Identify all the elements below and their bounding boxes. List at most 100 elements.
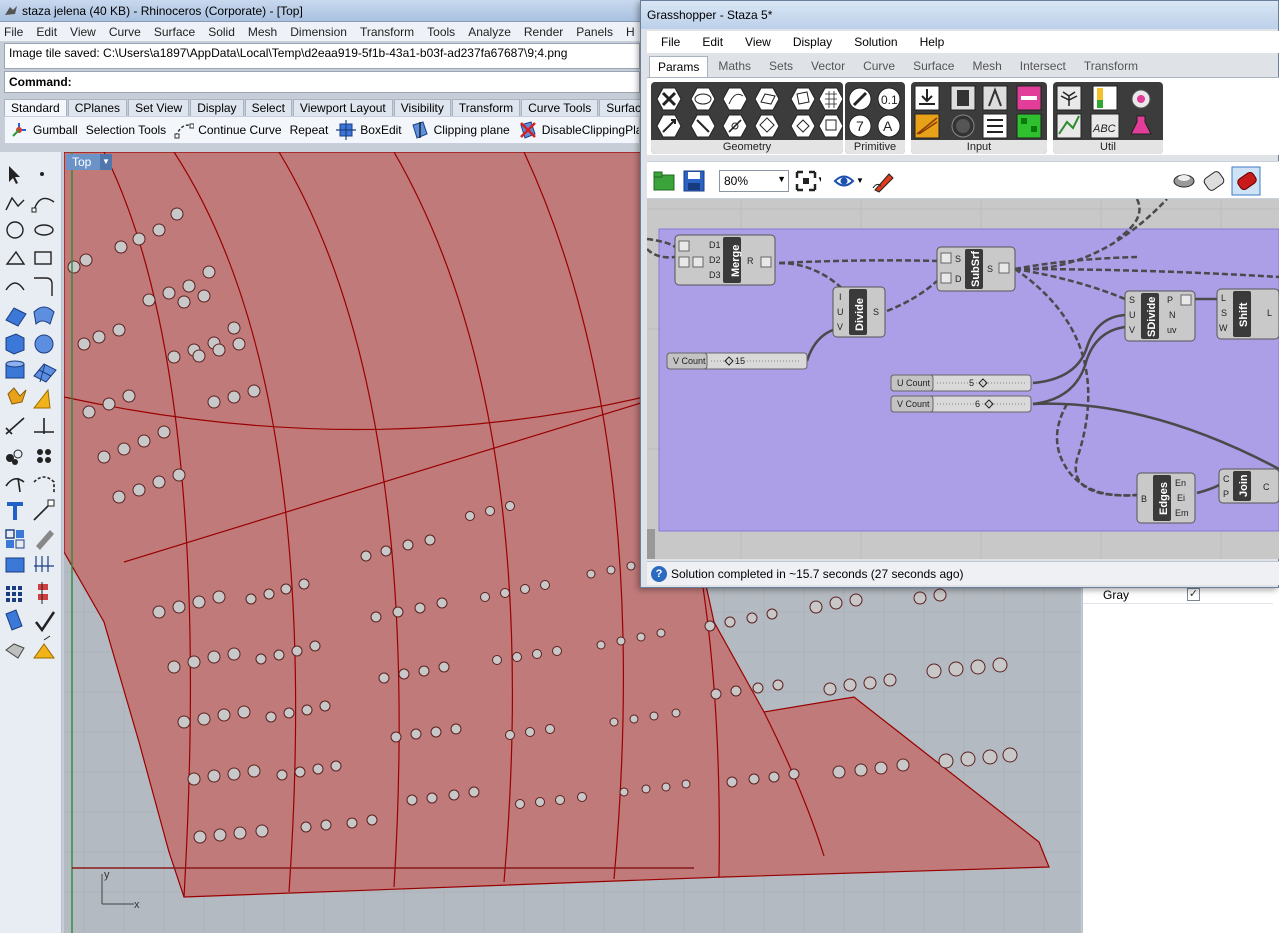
param-circle-icon[interactable] bbox=[690, 87, 716, 111]
disable-clipping-plane-button[interactable]: DisableClippingPla bbox=[518, 120, 639, 140]
cylinder-icon[interactable] bbox=[5, 360, 25, 379]
preview-eye-icon[interactable]: ▼ bbox=[833, 170, 863, 192]
menu-curve[interactable]: Curve bbox=[109, 25, 141, 39]
cplane-icon[interactable] bbox=[5, 529, 25, 549]
array-icon[interactable] bbox=[37, 449, 51, 463]
gh-menu-help[interactable]: Help bbox=[920, 35, 945, 49]
paint-icon[interactable] bbox=[33, 635, 55, 659]
shift-component[interactable]: Shift L S W L bbox=[1216, 288, 1279, 340]
tab-viewport-layout[interactable]: Viewport Layout bbox=[292, 99, 393, 116]
ellipse-icon[interactable] bbox=[34, 224, 54, 236]
grasshopper-canvas[interactable]: Merge D1 D2 D3 R Divide I U V S SubSrf S… bbox=[647, 199, 1279, 559]
gh-tab-vector[interactable]: Vector bbox=[803, 56, 853, 77]
divide-component[interactable]: Divide I U V S bbox=[832, 286, 886, 338]
loft-icon[interactable] bbox=[33, 306, 55, 326]
preview-shaded-icon[interactable] bbox=[1201, 168, 1227, 194]
cluster-icon[interactable] bbox=[1056, 85, 1082, 111]
zoom-extents-icon[interactable]: ▼ bbox=[795, 170, 821, 192]
menu-transform[interactable]: Transform bbox=[360, 25, 414, 39]
clipping-plane-button[interactable]: Clipping plane bbox=[410, 120, 510, 140]
param-plane-icon[interactable] bbox=[722, 114, 748, 138]
param-integer-icon[interactable]: 7 bbox=[848, 114, 872, 138]
point-icon[interactable] bbox=[40, 172, 44, 176]
explode-icon[interactable] bbox=[7, 387, 27, 405]
command-prompt[interactable]: Command: bbox=[4, 71, 640, 93]
tab-standard[interactable]: Standard bbox=[4, 99, 67, 116]
gh-tab-mesh[interactable]: Mesh bbox=[964, 56, 1009, 77]
viewport-title-tab[interactable]: Top ▼ bbox=[66, 154, 112, 170]
gh-tab-surface[interactable]: Surface bbox=[905, 56, 962, 77]
menu-tools[interactable]: Tools bbox=[427, 25, 455, 39]
galapagos-icon[interactable]: ABC bbox=[1090, 113, 1120, 139]
colour-swatch-icon[interactable] bbox=[951, 114, 975, 138]
param-line-icon[interactable] bbox=[690, 114, 716, 138]
continue-curve-button[interactable]: Continue Curve bbox=[174, 120, 282, 140]
u-count-slider[interactable]: U Count 5 bbox=[890, 374, 1032, 392]
grid-icon[interactable] bbox=[34, 556, 54, 572]
sdivide-component[interactable]: SDivide S U V P N uv bbox=[1124, 290, 1196, 342]
canvas-scrollbar[interactable] bbox=[647, 529, 655, 559]
gh-tab-maths[interactable]: Maths bbox=[710, 56, 759, 77]
merge-component[interactable]: Merge D1 D2 D3 R bbox=[674, 234, 776, 286]
text-icon[interactable] bbox=[7, 502, 23, 520]
tab-set-view[interactable]: Set View bbox=[128, 99, 190, 116]
gh-menu-edit[interactable]: Edit bbox=[702, 35, 723, 49]
boxedit-button[interactable]: BoxEdit bbox=[336, 120, 402, 140]
ribbon-group-geometry-label[interactable]: Geometry bbox=[651, 140, 843, 154]
gumball-button[interactable]: Gumball bbox=[9, 120, 78, 140]
viewport-menu-arrow-icon[interactable]: ▼ bbox=[100, 154, 112, 170]
history-icon[interactable] bbox=[5, 609, 23, 631]
gh-tab-params[interactable]: Params bbox=[649, 56, 709, 77]
boolean-icon[interactable] bbox=[32, 388, 51, 409]
gh-tab-sets[interactable]: Sets bbox=[761, 56, 801, 77]
curve-icon[interactable] bbox=[31, 197, 55, 213]
flask-icon[interactable] bbox=[1130, 115, 1152, 135]
arc-icon[interactable] bbox=[5, 282, 25, 291]
panel-input-icon[interactable] bbox=[982, 85, 1008, 111]
gh-menu-view[interactable]: View bbox=[745, 35, 771, 49]
box-icon[interactable] bbox=[5, 333, 25, 355]
menu-file[interactable]: File bbox=[4, 25, 23, 39]
group-icon[interactable] bbox=[6, 449, 23, 465]
polyline-icon[interactable] bbox=[5, 196, 25, 211]
gradient-icon[interactable] bbox=[1016, 85, 1042, 111]
menu-dimension[interactable]: Dimension bbox=[290, 25, 347, 39]
split-icon[interactable] bbox=[33, 476, 55, 494]
gh-tab-curve[interactable]: Curve bbox=[855, 56, 903, 77]
analyze-icon[interactable] bbox=[36, 530, 54, 550]
preview-selected-icon[interactable] bbox=[1231, 166, 1261, 196]
status-info-icon[interactable]: ? bbox=[651, 565, 667, 582]
menu-render[interactable]: Render bbox=[524, 25, 563, 39]
dimension-icon[interactable] bbox=[33, 499, 55, 521]
menu-surface[interactable]: Surface bbox=[154, 25, 195, 39]
save-file-icon[interactable] bbox=[683, 170, 705, 192]
param-boolean-icon[interactable] bbox=[848, 87, 872, 111]
gh-menu-file[interactable]: File bbox=[661, 35, 680, 49]
render-icon[interactable] bbox=[5, 557, 25, 573]
tab-cplanes[interactable]: CPlanes bbox=[67, 99, 128, 116]
param-point-icon[interactable] bbox=[656, 87, 682, 111]
sphere-icon[interactable] bbox=[34, 334, 54, 354]
param-surface-icon[interactable] bbox=[790, 87, 816, 111]
tab-display[interactable]: Display bbox=[190, 99, 244, 116]
scribble-icon[interactable] bbox=[1131, 89, 1151, 109]
sketch-pen-icon[interactable] bbox=[871, 168, 897, 194]
property-checkbox[interactable]: ✓ bbox=[1187, 588, 1200, 601]
polygon-icon[interactable] bbox=[5, 250, 26, 265]
tab-curve-tools[interactable]: Curve Tools bbox=[521, 99, 599, 116]
graph-mapper-icon[interactable] bbox=[914, 113, 940, 139]
selection-tools-button[interactable]: Selection Tools bbox=[86, 123, 167, 137]
data-recorder-icon[interactable] bbox=[1092, 85, 1118, 111]
array-grid-icon[interactable] bbox=[6, 586, 22, 602]
subsrf-component[interactable]: SubSrf S D S bbox=[936, 246, 1016, 292]
image-sampler-icon[interactable] bbox=[1016, 113, 1042, 139]
param-mesh-icon[interactable] bbox=[818, 87, 844, 111]
v-count-slider-1[interactable]: V Count 15 bbox=[666, 352, 808, 370]
edges-component[interactable]: Edges B En Ei Em bbox=[1136, 472, 1196, 524]
param-number-icon[interactable]: 0.1 bbox=[877, 87, 901, 111]
move-icon[interactable] bbox=[5, 417, 25, 435]
mesh-icon[interactable] bbox=[33, 363, 57, 383]
tab-visibility[interactable]: Visibility bbox=[393, 99, 451, 116]
menu-help[interactable]: H bbox=[626, 25, 635, 39]
ribbon-group-util-label[interactable]: Util bbox=[1053, 140, 1163, 154]
